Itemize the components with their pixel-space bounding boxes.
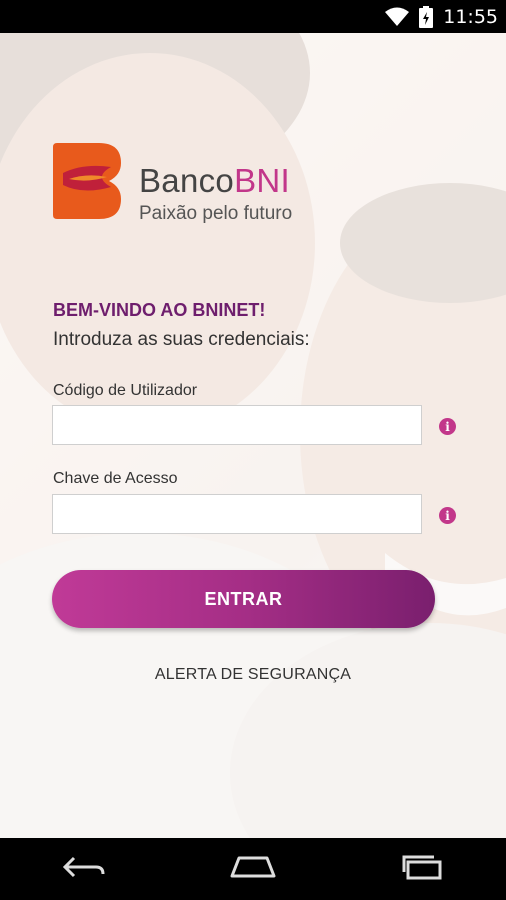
wifi-icon <box>385 7 410 27</box>
user-code-info-icon[interactable]: i <box>439 418 456 435</box>
access-key-info-icon[interactable]: i <box>439 507 456 524</box>
welcome-heading: BEM-VINDO AO BNINET! <box>53 300 266 320</box>
instructions-text: Introduza as suas credenciais: <box>53 329 310 350</box>
recents-icon <box>400 854 444 885</box>
access-key-label: Chave de Acesso <box>53 470 178 487</box>
recents-button[interactable] <box>392 849 452 889</box>
access-key-input[interactable] <box>52 494 422 534</box>
brand-name-bold: BNI <box>234 162 290 199</box>
status-time: 11:55 <box>443 5 498 28</box>
status-bar: 11:55 <box>0 0 506 33</box>
login-button[interactable]: ENTRAR <box>52 570 435 628</box>
battery-icon <box>419 5 434 28</box>
brand-tagline: Paixão pelo futuro <box>139 203 293 224</box>
bank-logo <box>53 143 121 219</box>
home-button[interactable] <box>223 849 283 889</box>
user-code-label: Código de Utilizador <box>53 382 198 399</box>
back-button[interactable] <box>54 849 114 889</box>
security-alert-link[interactable]: ALERTA DE SEGURANÇA <box>0 666 506 684</box>
user-code-input[interactable] <box>52 405 422 445</box>
back-icon <box>62 855 106 884</box>
brand-name-prefix: Banco <box>139 162 235 199</box>
navigation-bar <box>0 838 506 900</box>
home-icon <box>229 855 277 884</box>
brand-name: BancoBNI <box>139 162 290 200</box>
